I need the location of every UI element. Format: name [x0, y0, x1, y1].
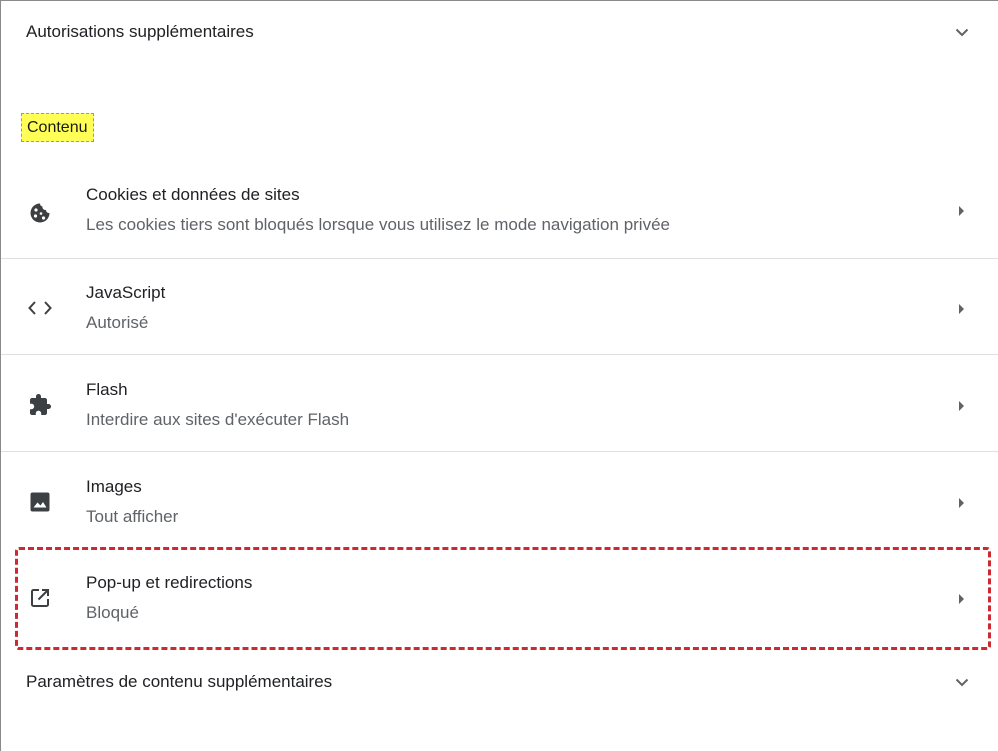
chevron-down-icon[interactable] [950, 20, 974, 44]
row-flash-title: Flash [86, 380, 128, 399]
chevron-right-icon[interactable] [951, 493, 971, 513]
chevron-right-icon[interactable] [951, 589, 971, 609]
row-popups-title: Pop-up et redirections [86, 573, 253, 592]
row-images[interactable]: Images Tout afficher [1, 453, 998, 549]
row-cookies[interactable]: Cookies et données de sites Les cookies … [1, 163, 998, 259]
image-icon [27, 489, 53, 515]
chevron-right-icon[interactable] [951, 299, 971, 319]
code-icon [27, 295, 53, 321]
additional-permissions-expander[interactable]: Autorisations supplémentaires [1, 11, 998, 53]
open-in-new-icon [27, 585, 53, 611]
chevron-down-icon[interactable] [950, 670, 974, 694]
cookie-icon [27, 200, 53, 226]
additional-permissions-label: Autorisations supplémentaires [26, 22, 254, 41]
row-images-title: Images [86, 477, 142, 496]
row-popups-subtitle: Bloqué [86, 603, 139, 622]
row-images-subtitle: Tout afficher [86, 507, 179, 526]
row-javascript-title: JavaScript [86, 283, 166, 302]
row-flash-subtitle: Interdire aux sites d'exécuter Flash [86, 410, 350, 429]
chevron-right-icon[interactable] [951, 201, 971, 221]
additional-content-settings-expander[interactable]: Paramètres de contenu supplémentaires [1, 661, 998, 703]
row-javascript[interactable]: JavaScript Autorisé [1, 259, 998, 355]
row-cookies-title: Cookies et données de sites [86, 185, 300, 204]
section-title-content: Contenu [21, 113, 94, 142]
row-javascript-subtitle: Autorisé [86, 313, 149, 332]
row-popups-redirects[interactable]: Pop-up et redirections Bloqué [1, 550, 998, 646]
puzzle-icon [27, 392, 53, 418]
content-settings-page: Autorisations supplémentaires Contenu Co… [0, 0, 998, 751]
row-flash[interactable]: Flash Interdire aux sites d'exécuter Fla… [1, 356, 998, 452]
row-cookies-subtitle: Les cookies tiers sont bloqués lorsque v… [86, 215, 670, 234]
chevron-right-icon[interactable] [951, 396, 971, 416]
additional-content-settings-label: Paramètres de contenu supplémentaires [26, 672, 333, 691]
